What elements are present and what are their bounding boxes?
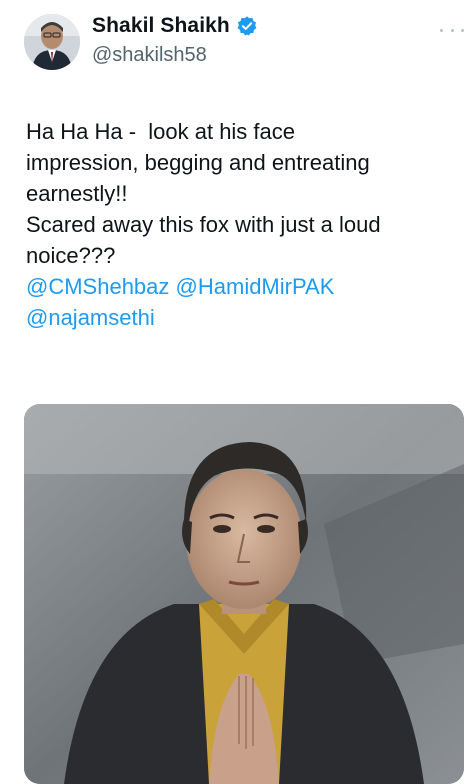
mention-link[interactable]: @najamsethi [26, 305, 155, 330]
tweet-media-image[interactable] [24, 404, 464, 784]
name-row: Shakil Shaikh [92, 14, 258, 38]
tweet-text-line: impression, begging and entreating [26, 150, 370, 175]
avatar-image [24, 14, 80, 70]
photo-of-man [24, 404, 464, 784]
tweet-body: Ha Ha Ha - look at his face impression, … [26, 116, 466, 333]
tweet-text-line: earnestly!! [26, 181, 128, 206]
tweet-header: Shakil Shaikh @shakilsh58 [0, 0, 474, 90]
mention-link[interactable]: @HamidMirPAK [176, 274, 335, 299]
avatar[interactable] [24, 14, 80, 70]
verified-badge-icon [236, 15, 258, 37]
tweet-text-line: noice??? [26, 243, 116, 268]
tweet-text-line: Ha Ha Ha - look at his face [26, 119, 296, 144]
display-name[interactable]: Shakil Shaikh [92, 14, 230, 38]
user-handle[interactable]: @shakilsh58 [92, 44, 207, 67]
mention-link[interactable]: @CMShehbaz [26, 274, 169, 299]
tweet-text-line: Scared away this fox with just a loud [26, 212, 381, 237]
more-options-icon[interactable] [440, 24, 464, 36]
mentions-row: @najamsethi [26, 302, 466, 333]
mentions-row: @CMShehbaz @HamidMirPAK [26, 271, 466, 302]
